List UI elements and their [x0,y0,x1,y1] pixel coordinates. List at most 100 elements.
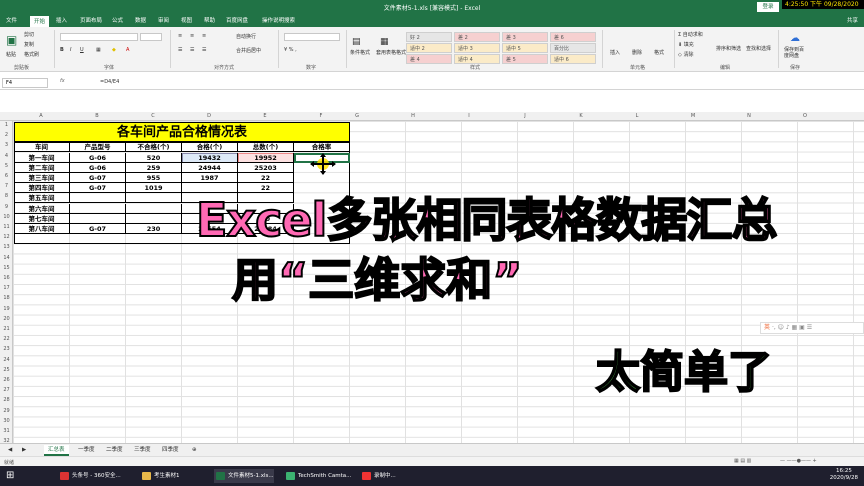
wrap-text-button[interactable]: 自动换行 [236,33,256,40]
row-header[interactable]: 31 [0,428,13,434]
format-cells-button[interactable]: 格式 [654,49,664,56]
currency-icon[interactable]: ¥ % , [284,47,297,53]
row-header[interactable]: 18 [0,295,13,301]
row-header[interactable]: 29 [0,408,13,414]
style-cell[interactable]: 好 2 [406,32,452,42]
column-header[interactable]: M [685,113,701,119]
style-cell[interactable]: 差 5 [502,54,548,64]
name-box[interactable]: F4 [2,78,48,88]
table-cell[interactable] [70,193,126,204]
conditional-format-icon[interactable]: ▤ [352,37,361,47]
taskbar-item[interactable]: TechSmith Camta... [284,469,351,483]
align-left-icon[interactable]: ☰ [178,47,182,53]
table-cell[interactable]: 1987 [182,173,238,183]
fill-color-icon[interactable]: ◆ [112,47,116,53]
style-cell[interactable]: 百分比 [550,43,596,53]
row-header[interactable]: 6 [0,173,13,179]
column-header[interactable]: E [237,113,293,119]
row-header[interactable]: 11 [0,224,13,230]
row-header[interactable]: 28 [0,397,13,403]
column-header[interactable]: C [125,113,181,119]
row-header[interactable]: 9 [0,204,13,210]
style-cell[interactable]: 适中 2 [406,43,452,53]
column-header[interactable]: O [797,113,813,119]
cut-button[interactable]: 剪切 [24,31,34,38]
view-mode-icons[interactable]: ▦ ▤ ▥ [734,458,751,464]
column-header[interactable]: N [741,113,757,119]
paste-button[interactable]: 粘贴 [6,51,16,58]
table-cell[interactable]: 第四车间 [14,183,70,194]
sheet-tab[interactable]: 四季度 [158,445,183,456]
style-cell[interactable]: 适中 4 [454,54,500,64]
table-cell[interactable]: 24944 [182,162,238,173]
table-cell[interactable]: 1019 [126,183,182,194]
sheet-nav-left-icon[interactable]: ◀ [4,445,16,456]
table-cell[interactable] [70,213,126,224]
table-cell[interactable]: 第三车间 [14,173,70,183]
formula-input[interactable]: =D4/E4 [100,79,119,85]
align-right-icon[interactable]: ☰ [202,47,206,53]
tab-help[interactable]: 帮助 [204,16,215,24]
table-cell[interactable] [126,193,182,204]
tab-formulas[interactable]: 公式 [112,16,123,24]
table-header-cell[interactable]: 不合格(个) [126,142,182,153]
table-cell[interactable]: 第六车间 [14,203,70,214]
taskbar-item[interactable]: 头条号 - 360安全... [58,469,121,483]
font-size-select[interactable] [140,33,162,41]
row-header[interactable]: 7 [0,183,13,189]
row-header[interactable]: 10 [0,214,13,220]
tab-file[interactable]: 文件 [6,16,17,24]
ime-lang[interactable]: 英 [764,324,770,331]
style-cell[interactable]: 差 4 [406,54,452,64]
column-header[interactable]: L [629,113,645,119]
sheet-tab[interactable]: 一季度 [74,445,99,456]
row-header[interactable]: 24 [0,357,13,363]
row-header[interactable]: 30 [0,418,13,424]
table-header-cell[interactable]: 车间 [14,142,70,153]
add-sheet-icon[interactable]: ⊕ [188,445,201,456]
taskbar-clock[interactable]: 16:25 2020/9/28 [830,468,858,482]
taskbar-item[interactable]: 录制中... [360,469,396,483]
row-header[interactable]: 4 [0,153,13,159]
column-header[interactable]: F [293,113,349,119]
table-cell[interactable]: 955 [126,173,182,183]
sheet-nav-right-icon[interactable]: ▶ [18,445,30,456]
sort-filter-button[interactable]: 排序和筛选 [716,45,741,52]
copy-button[interactable]: 复制 [24,41,34,48]
table-title[interactable]: 各车间产品合格情况表 [14,122,350,142]
column-header[interactable]: J [517,113,533,119]
table-cell[interactable]: 第一车间 [14,152,70,163]
save-baidu-button[interactable]: 保存到百度网盘 [784,47,808,59]
tab-insert[interactable]: 插入 [56,16,67,24]
table-cell[interactable]: G-06 [70,152,126,163]
style-cell[interactable]: 适中 3 [454,43,500,53]
tab-baidu[interactable]: 百度网盘 [226,16,248,24]
row-header[interactable]: 16 [0,275,13,281]
row-header[interactable]: 26 [0,377,13,383]
align-top-icon[interactable]: ≡ [178,33,182,39]
font-color-icon[interactable]: A [126,47,129,53]
delete-cells-button[interactable]: 删除 [632,49,642,56]
merge-center-button[interactable]: 合并后居中 [236,47,261,54]
table-format-icon[interactable]: ▦ [380,37,389,47]
style-cell[interactable]: 差 6 [550,32,596,42]
column-header[interactable]: K [573,113,589,119]
autosum-button[interactable]: Σ 自动求和 [678,31,703,38]
table-header-cell[interactable]: 合格(个) [182,142,238,153]
column-header[interactable]: B [69,113,125,119]
table-header-cell[interactable]: 总数(个) [238,142,294,153]
table-cell[interactable] [126,203,182,214]
ime-toolbar[interactable]: 英 ·, ☺ ♪ ▦ ▣ ☰ [760,322,864,334]
login-button[interactable]: 登录 [757,2,779,12]
tab-home[interactable]: 开始 [30,16,50,27]
format-painter-button[interactable]: 格式刷 [24,51,39,58]
style-cell[interactable]: 差 2 [454,32,500,42]
table-cell[interactable]: 520 [126,152,182,163]
row-header[interactable]: 3 [0,142,13,148]
table-cell[interactable] [126,213,182,224]
table-header-cell[interactable]: 产品型号 [70,142,126,153]
table-format-button[interactable]: 套用表格格式 [376,49,406,56]
row-header[interactable]: 1 [0,122,13,128]
row-header[interactable]: 22 [0,336,13,342]
row-header[interactable]: 20 [0,316,13,322]
